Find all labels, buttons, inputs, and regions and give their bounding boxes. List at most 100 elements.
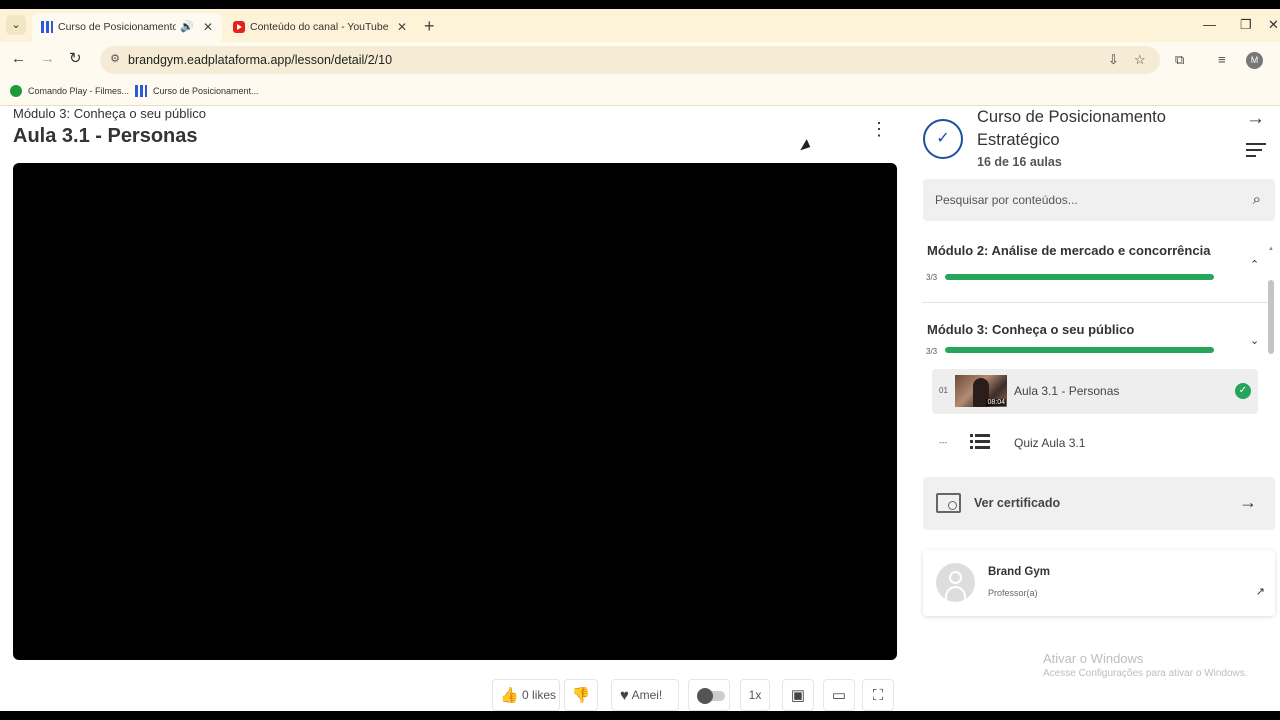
tab-youtube-studio[interactable]: Conteúdo do canal - YouTube Studio ✕: [224, 13, 416, 42]
menu-filter-icon[interactable]: [1246, 143, 1266, 161]
arrow-right-icon: →: [1239, 492, 1257, 512]
bookmark-curso[interactable]: Curso de Posicionament...: [135, 78, 259, 104]
certificate-icon: [936, 493, 961, 513]
certificate-label: Ver certificado: [974, 496, 1061, 510]
fullscreen-button[interactable]: ⛶: [862, 679, 894, 711]
browser-tab-bar: ⌄ Curso de Posicionamento Estratégico 🔊 …: [0, 9, 1280, 42]
next-lesson-arrow-icon[interactable]: →: [1246, 108, 1265, 130]
close-tab-icon[interactable]: ✕: [203, 13, 213, 42]
toggle-switch-icon: [697, 687, 725, 704]
completed-check-icon: ✓: [1235, 383, 1251, 399]
scroll-up-arrow-icon[interactable]: ▲: [1268, 246, 1274, 252]
chevron-up-icon[interactable]: ⌃: [1250, 258, 1259, 271]
content-search-input[interactable]: [935, 179, 1225, 221]
module-item[interactable]: Módulo 2: Análise de mercado e concorrên…: [922, 240, 1268, 303]
tab-course[interactable]: Curso de Posicionamento Estratégico 🔊 ✕: [32, 13, 222, 42]
speaker-icon[interactable]: 🔊: [180, 13, 194, 42]
playback-speed-button[interactable]: 1x: [740, 679, 770, 711]
teacher-role: Professor(a): [988, 588, 1038, 598]
dislike-button[interactable]: 👎: [564, 679, 598, 711]
module-item[interactable]: Módulo 3: Conheça o seu público 3/3 ⌄ 01…: [922, 302, 1268, 476]
site-favicon-icon: [135, 85, 147, 97]
reload-icon[interactable]: ↻: [69, 48, 82, 70]
back-icon[interactable]: ←: [11, 48, 26, 70]
new-tab-icon[interactable]: +: [424, 14, 435, 38]
browser-toolbar: ← → ↻ ⚙ brandgym.eadplataforma.app/lesso…: [0, 42, 1280, 78]
tab-search-chevron-icon[interactable]: ⌄: [6, 15, 26, 35]
watermark-subtitle: Acesse Configurações para ativar o Windo…: [1043, 668, 1248, 679]
lesson-module-label: Módulo 3: Conheça o seu público: [13, 106, 206, 121]
content-search: ⌕: [923, 179, 1275, 221]
picture-in-picture-icon: ▣: [790, 686, 806, 704]
love-label: Amei!: [631, 688, 663, 702]
extensions-icon[interactable]: ⧉: [1175, 51, 1184, 69]
restore-icon[interactable]: ❐: [1240, 14, 1252, 36]
media-controls-icon[interactable]: ≡: [1218, 51, 1226, 69]
certificate-button[interactable]: Ver certificado →: [923, 477, 1275, 530]
course-complete-check-icon: ✓: [923, 119, 963, 159]
minimize-icon[interactable]: —: [1203, 14, 1216, 36]
address-bar[interactable]: ⚙ brandgym.eadplataforma.app/lesson/deta…: [100, 46, 1160, 74]
module-title: Módulo 2: Análise de mercado e concorrên…: [927, 243, 1211, 258]
lesson-number: 01: [939, 386, 948, 395]
bookmark-label: Curso de Posicionament...: [153, 86, 259, 96]
chevron-down-icon[interactable]: ⌄: [1250, 334, 1259, 347]
url-text[interactable]: brandgym.eadplataforma.app/lesson/detail…: [128, 46, 392, 74]
site-info-icon[interactable]: ⚙: [108, 52, 122, 66]
module-list: Módulo 2: Análise de mercado e concorrên…: [922, 240, 1268, 476]
scrollbar-thumb[interactable]: [1268, 280, 1274, 354]
lesson-title: Quiz Aula 3.1: [1014, 436, 1086, 450]
bookmark-star-icon[interactable]: ☆: [1134, 51, 1146, 69]
teacher-card: Brand Gym Professor(a) ↗: [923, 550, 1275, 616]
comando-play-favicon-icon: [10, 85, 22, 97]
bookmark-comando-play[interactable]: Comando Play - Filmes...: [10, 78, 129, 104]
picture-in-picture-button[interactable]: ▣: [782, 679, 814, 711]
speed-label: 1x: [748, 688, 762, 702]
lesson-duration: 08:04: [986, 399, 1006, 406]
watermark-title: Ativar o Windows: [1043, 651, 1144, 666]
profile-avatar[interactable]: M: [1246, 52, 1263, 69]
lesson-item[interactable]: 01 08:04 Aula 3.1 - Personas ✓: [932, 369, 1258, 414]
bookmark-label: Comando Play - Filmes...: [28, 86, 130, 96]
forward-icon[interactable]: →: [40, 48, 55, 70]
lesson-thumbnail: 08:04: [955, 375, 1007, 407]
avatar: [936, 563, 975, 602]
mouse-cursor-icon: [800, 139, 813, 154]
teacher-name: Brand Gym: [988, 566, 1050, 578]
tab-title: Curso de Posicionamento Estratégico: [58, 21, 176, 33]
bookmarks-bar: Comando Play - Filmes... Curso de Posici…: [0, 78, 1280, 106]
theater-mode-button[interactable]: ▭: [823, 679, 855, 711]
quiz-list-icon: [970, 434, 990, 452]
video-player[interactable]: [13, 163, 897, 660]
search-icon[interactable]: ⌕: [1253, 191, 1261, 208]
lesson-page: Módulo 3: Conheça o seu público Aula 3.1…: [0, 106, 1280, 711]
love-button[interactable]: ♥ Amei!: [611, 679, 679, 711]
close-tab-icon[interactable]: ✕: [397, 13, 407, 42]
youtube-favicon-icon: [233, 21, 245, 33]
lesson-title: Aula 3.1 - Personas: [1014, 384, 1120, 398]
site-favicon-icon: [41, 21, 53, 33]
thumbs-down-icon: 👎: [571, 686, 591, 704]
module-progress-bar: [945, 347, 1214, 353]
windows-activation-watermark: Ativar o Windows Acesse Configurações pa…: [1043, 651, 1248, 679]
theater-mode-icon: ▭: [831, 686, 847, 704]
lesson-number: ---: [939, 438, 947, 447]
module-progress-bar: [945, 274, 1214, 280]
module-title: Módulo 3: Conheça o seu público: [927, 322, 1135, 337]
heart-icon: ♥: [620, 686, 629, 704]
more-options-icon[interactable]: ⋮: [870, 120, 888, 138]
module-progress-count: 3/3: [926, 273, 938, 282]
autoplay-toggle[interactable]: [688, 679, 730, 711]
screen: ⌄ Curso de Posicionamento Estratégico 🔊 …: [0, 0, 1280, 720]
external-link-icon[interactable]: ↗: [1256, 585, 1265, 598]
course-lesson-count: 16 de 16 aulas: [977, 155, 1062, 169]
close-window-icon[interactable]: ✕: [1268, 14, 1279, 36]
lesson-title: Aula 3.1 - Personas: [13, 125, 198, 147]
module-progress-count: 3/3: [926, 347, 938, 356]
course-title: Curso de Posicionamento Estratégico: [977, 108, 1166, 149]
install-app-icon[interactable]: ⇩: [1108, 51, 1119, 69]
like-button[interactable]: 👍 0 likes: [492, 679, 560, 711]
lesson-item[interactable]: --- Quiz Aula 3.1: [932, 421, 1258, 466]
thumbs-up-icon: 👍: [500, 686, 519, 704]
fullscreen-icon: ⛶: [872, 686, 884, 704]
